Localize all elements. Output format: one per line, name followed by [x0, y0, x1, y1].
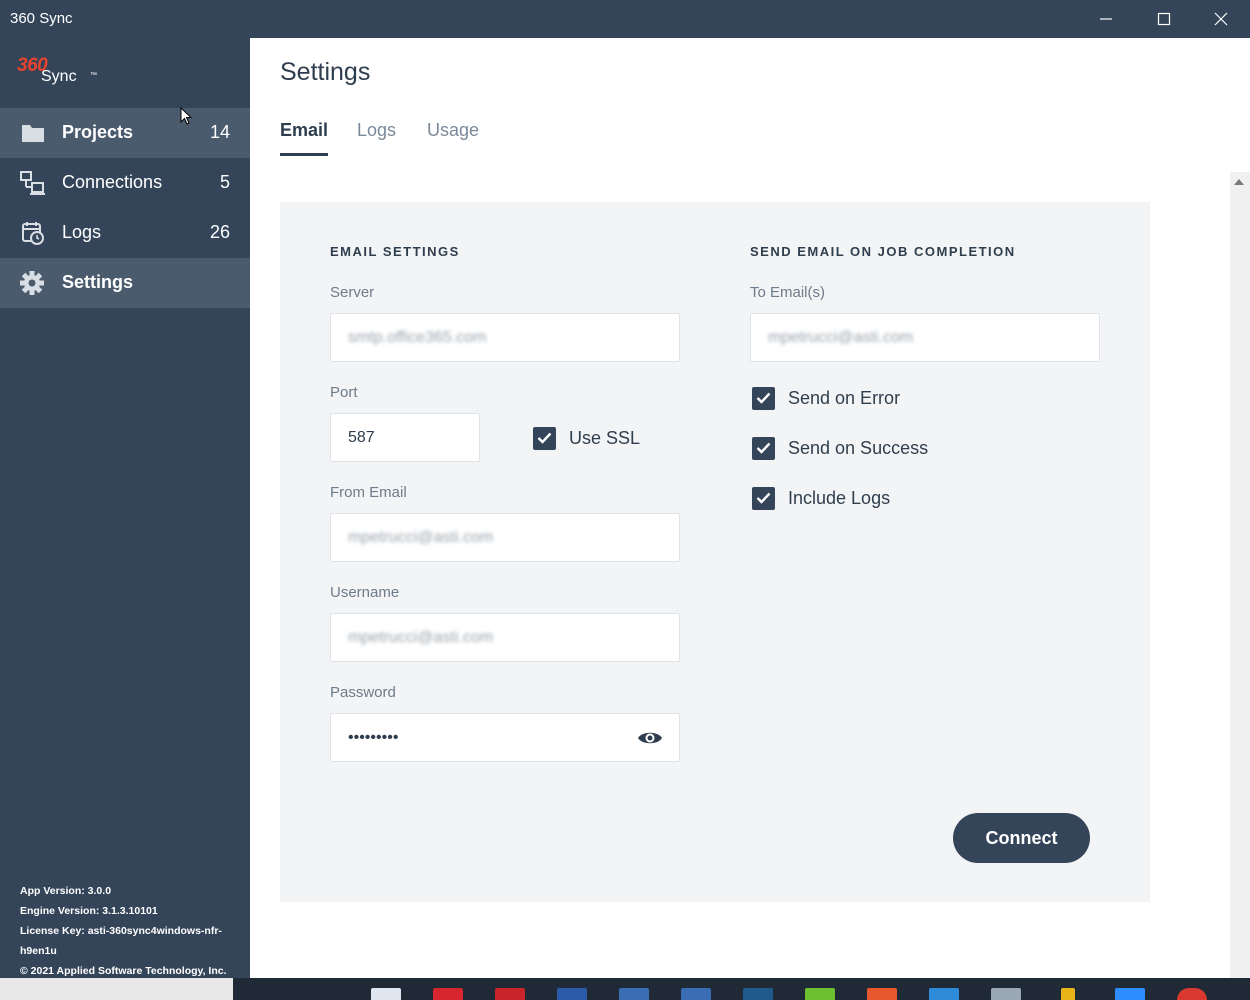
taskbar-app-icon[interactable] — [805, 988, 835, 1000]
checkbox-checked-icon[interactable] — [752, 386, 775, 410]
title-bar: 360 Sync — [0, 0, 1250, 38]
server-field[interactable]: smtp.office365.com — [330, 313, 680, 362]
calendar-clock-icon — [22, 222, 44, 245]
username-label: Username — [330, 584, 400, 601]
port-value: 587 — [348, 428, 375, 446]
send-on-success-checkbox[interactable]: Send on Success — [752, 435, 928, 461]
sidebar-item-label: Settings — [62, 272, 134, 292]
taskbar-app-icon[interactable] — [1115, 988, 1145, 1000]
taskbar-app-icon[interactable] — [743, 988, 773, 1000]
sidebar-item-connections[interactable]: Connections 5 — [0, 158, 250, 208]
logo-trademark: ™ — [90, 72, 97, 79]
taskbar-app-icon[interactable] — [991, 988, 1021, 1000]
logo-name: Sync — [41, 68, 77, 85]
from-email-value: mpetrucci@asti.com — [348, 528, 494, 546]
email-settings-heading: EMAIL SETTINGS — [330, 244, 460, 259]
taskbar-app-icon[interactable] — [1061, 988, 1075, 1000]
minimize-icon — [1100, 18, 1112, 20]
to-emails-field[interactable]: mpetrucci@asti.com — [750, 313, 1100, 362]
taskbar-app-icon[interactable] — [557, 988, 587, 1000]
include-logs-checkbox[interactable]: Include Logs — [752, 485, 890, 511]
sidebar-item-count: 5 — [219, 172, 230, 192]
taskbar-app-icon[interactable] — [495, 988, 525, 1000]
scroll-up-arrow-icon[interactable] — [1234, 179, 1244, 185]
license-key: License Key: asti-360sync4windows-nfr-h9… — [20, 925, 222, 957]
window-title: 360 Sync — [10, 10, 73, 27]
sidebar: 360 Sync ™ Projects 14 Connections 5 Log… — [0, 38, 250, 978]
from-email-field[interactable]: mpetrucci@asti.com — [330, 513, 680, 562]
email-settings-panel: EMAIL SETTINGS Server smtp.office365.com… — [280, 202, 1150, 902]
taskbar-app-icon[interactable] — [371, 988, 401, 1000]
to-emails-value: mpetrucci@asti.com — [768, 328, 914, 346]
taskbar-app-icon[interactable] — [619, 988, 649, 1000]
send-on-success-label: Send on Success — [788, 437, 929, 458]
app-version: App Version: 3.0.0 — [20, 885, 112, 897]
send-on-error-checkbox[interactable]: Send on Error — [752, 385, 900, 411]
show-password-eye-icon[interactable] — [637, 728, 663, 748]
sidebar-item-projects[interactable]: Projects 14 — [0, 108, 250, 158]
network-icon — [20, 171, 45, 195]
from-email-label: From Email — [330, 484, 407, 501]
taskbar-app-icon[interactable] — [681, 988, 711, 1000]
taskbar-app-icon[interactable] — [867, 988, 897, 1000]
tab-usage[interactable]: Usage — [427, 120, 479, 156]
send-on-error-label: Send on Error — [788, 387, 901, 408]
tab-logs[interactable]: Logs — [357, 120, 396, 156]
mouse-cursor-icon — [180, 107, 192, 125]
folder-icon — [22, 125, 44, 142]
port-field[interactable]: 587 — [330, 413, 480, 462]
port-label: Port — [330, 384, 358, 401]
taskbar-search-area[interactable] — [0, 978, 233, 1000]
sidebar-item-count: 26 — [209, 222, 230, 242]
sidebar-item-label: Projects — [62, 122, 134, 142]
server-label: Server — [330, 284, 375, 301]
engine-version: Engine Version: 3.1.3.10101 — [20, 905, 158, 917]
taskbar-app-icon[interactable] — [433, 988, 463, 1000]
sidebar-item-label: Logs — [62, 222, 102, 242]
sidebar-item-count: 14 — [209, 122, 230, 142]
connect-button[interactable]: Connect — [953, 813, 1090, 863]
job-completion-heading: SEND EMAIL ON JOB COMPLETION — [750, 244, 1016, 259]
server-value: smtp.office365.com — [348, 328, 487, 346]
sidebar-item-settings[interactable]: Settings — [0, 258, 250, 308]
password-label: Password — [330, 684, 396, 701]
sidebar-item-label: Connections — [62, 172, 163, 192]
tab-email[interactable]: Email — [280, 120, 329, 156]
include-logs-label: Include Logs — [788, 487, 891, 508]
password-value: ••••••••• — [348, 728, 399, 746]
taskbar-app-icon[interactable] — [1177, 988, 1207, 1000]
sidebar-nav: Projects 14 Connections 5 Logs 26 Settin… — [0, 108, 250, 308]
username-value: mpetrucci@asti.com — [348, 628, 494, 646]
checkbox-checked-icon[interactable] — [752, 486, 775, 510]
minimize-button[interactable] — [1077, 0, 1135, 38]
username-field[interactable]: mpetrucci@asti.com — [330, 613, 680, 662]
close-icon — [1214, 12, 1228, 26]
taskbar — [233, 978, 1250, 1000]
maximize-button[interactable] — [1135, 0, 1193, 38]
vertical-scrollbar[interactable] — [1230, 172, 1250, 978]
close-button[interactable] — [1192, 0, 1250, 38]
version-info: App Version: 3.0.0 Engine Version: 3.1.3… — [20, 881, 235, 981]
password-field[interactable]: ••••••••• — [330, 713, 680, 762]
taskbar-app-icon[interactable] — [929, 988, 959, 1000]
use-ssl-checkbox[interactable]: Use SSL — [533, 425, 640, 451]
maximize-icon — [1157, 12, 1171, 26]
to-emails-label: To Email(s) — [750, 284, 826, 301]
checkbox-checked-icon[interactable] — [533, 426, 556, 450]
gear-icon — [20, 271, 44, 295]
use-ssl-label: Use SSL — [569, 427, 641, 448]
sidebar-item-logs[interactable]: Logs 26 — [0, 208, 250, 258]
page-title: Settings — [280, 58, 371, 86]
checkbox-checked-icon[interactable] — [752, 436, 775, 460]
